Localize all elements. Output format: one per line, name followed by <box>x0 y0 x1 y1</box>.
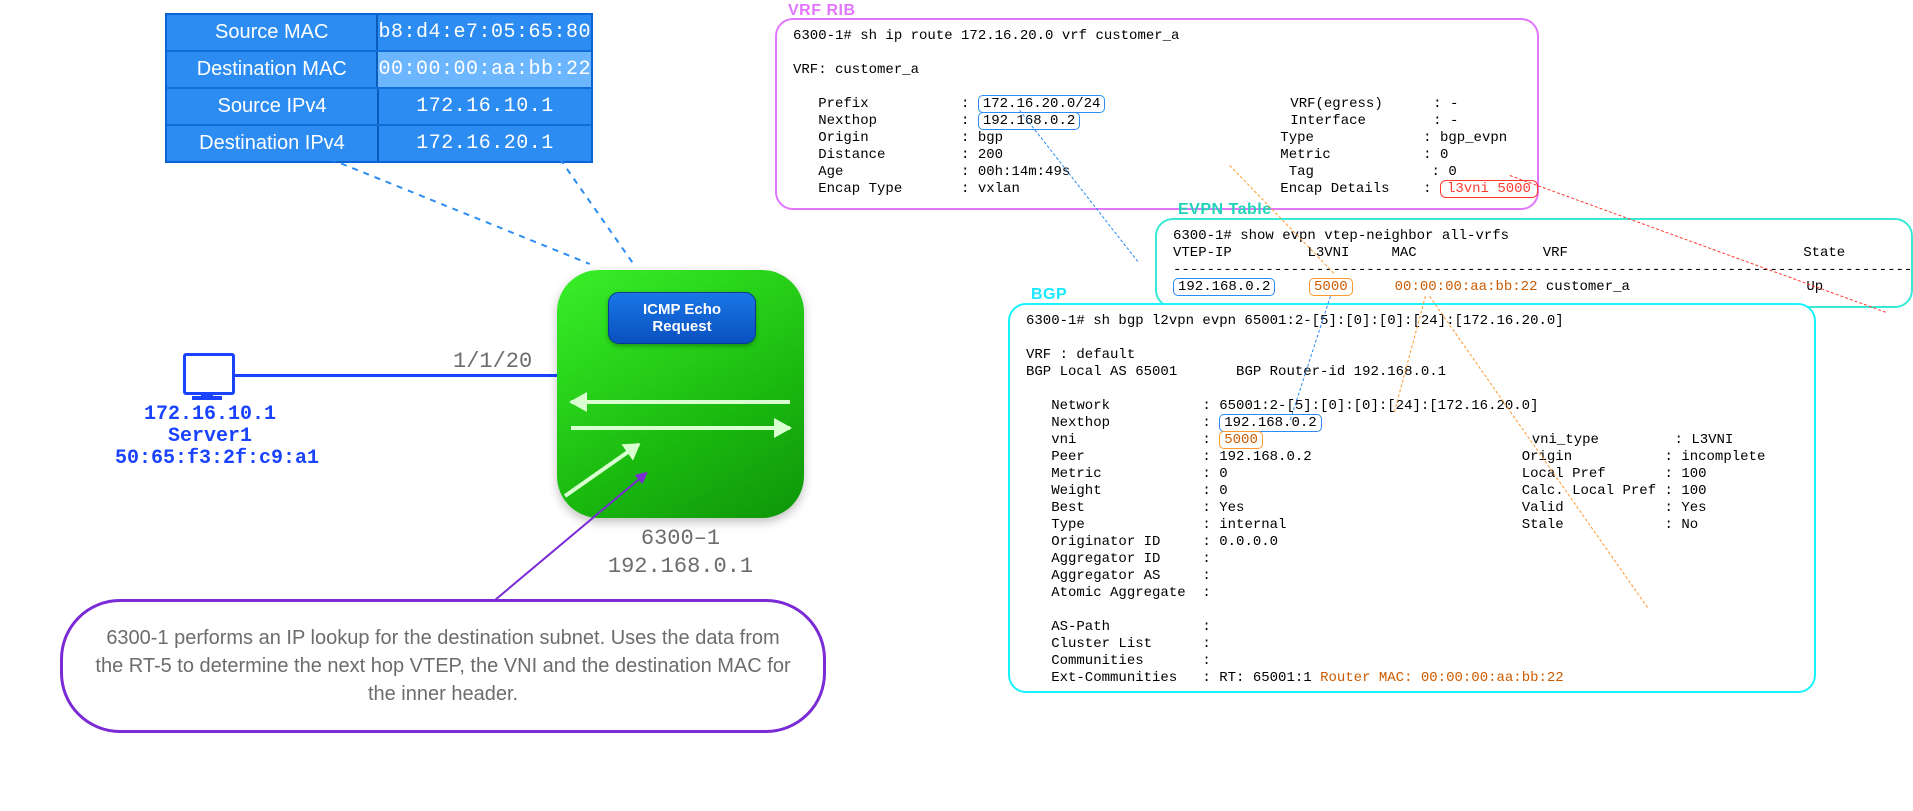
cli-line: BGP Router-id 192.168.0.1 <box>1236 364 1446 380</box>
connector-line <box>330 158 590 265</box>
bgp-vni: 5000 <box>1219 431 1263 449</box>
col-header: VRF <box>1543 245 1568 261</box>
bgp-title: BGP <box>1031 286 1067 304</box>
evpn-l3vni: 5000 <box>1309 278 1353 296</box>
connector-line <box>559 158 635 266</box>
bgp-peer: 192.168.0.2 <box>1219 449 1311 465</box>
bgp-network: 65001:2-[5]:[0]:[0]:[24]:[172.16.20.0] <box>1219 398 1538 414</box>
rib-distance: 200 <box>978 147 1003 163</box>
pkt-label: Destination MAC <box>167 52 378 87</box>
server-name: Server1 <box>168 425 252 448</box>
pkt-row-dst-mac: Destination MAC 00:00:00:aa:bb:22 <box>167 50 591 87</box>
bgp-type: internal <box>1219 517 1286 533</box>
packet-header-table: Source MAC b8:d4:e7:05:65:80 Destination… <box>165 13 593 163</box>
vrf-rib-panel: 6300-1# sh ip route 172.16.20.0 vrf cust… <box>775 18 1539 210</box>
pkt-row-src-mac: Source MAC b8:d4:e7:05:65:80 <box>167 15 591 50</box>
evpn-mac: 00:00:00:aa:bb:22 <box>1395 279 1538 295</box>
rib-metric: 0 <box>1440 147 1448 163</box>
interface-label: 1/1/20 <box>453 349 532 374</box>
switch-arrows-icon <box>571 378 790 452</box>
server-icon <box>183 353 235 395</box>
pkt-value: 00:00:00:aa:bb:22 <box>378 52 591 87</box>
diagram-canvas: Source MAC b8:d4:e7:05:65:80 Destination… <box>0 0 1913 811</box>
cli-cmd: 6300-1# sh bgp l2vpn evpn 65001:2-[5]:[0… <box>1026 313 1564 329</box>
switch-caption: 6300–1 192.168.0.1 <box>557 525 804 581</box>
cli-line: BGP Local AS 65001 <box>1026 364 1177 380</box>
pkt-label: Source MAC <box>167 15 378 50</box>
switch-loopback: 192.168.0.1 <box>608 554 753 579</box>
col-header: MAC <box>1391 245 1416 261</box>
rib-age: 00h:14m:49s <box>978 164 1070 180</box>
evpn-title: EVPN Table <box>1178 201 1272 219</box>
evpn-vtep: 192.168.0.2 <box>1173 278 1275 296</box>
bgp-ext-rt: RT: 65001:1 <box>1219 670 1311 686</box>
cli-cmd: 6300-1# show evpn vtep-neighbor all-vrfs <box>1173 228 1509 244</box>
bgp-router-mac: Router MAC: 00:00:00:aa:bb:22 <box>1320 670 1564 686</box>
pkt-label: Source IPv4 <box>167 89 379 124</box>
pkt-label: Destination IPv4 <box>167 126 379 161</box>
cli-line: VRF: customer_a <box>793 62 919 78</box>
pkt-value: 172.16.20.1 <box>379 126 591 161</box>
rib-encap: vxlan <box>978 181 1020 197</box>
pkt-row-dst-ip: Destination IPv4 172.16.20.1 <box>167 124 591 161</box>
arrow-right-icon <box>571 426 790 430</box>
rib-interface: - <box>1450 113 1458 129</box>
server-ip: 172.16.10.1 <box>144 403 276 426</box>
explanation-callout: 6300-1 performs an IP lookup for the des… <box>60 599 826 733</box>
rib-prefix: 172.16.20.0/24 <box>978 95 1106 113</box>
bgp-panel: 6300-1# sh bgp l2vpn evpn 65001:2-[5]:[0… <box>1008 303 1816 693</box>
bgp-calc-localpref: 100 <box>1681 483 1706 499</box>
bgp-metric: 0 <box>1219 466 1227 482</box>
bgp-originator: 0.0.0.0 <box>1219 534 1278 550</box>
rib-type: bgp_evpn <box>1440 130 1507 146</box>
server-link-line <box>232 374 557 377</box>
bgp-valid: Yes <box>1681 500 1706 516</box>
cli-line: VRF : default <box>1026 347 1135 363</box>
cli-cmd: 6300-1# sh ip route 172.16.20.0 vrf cust… <box>793 28 1179 44</box>
bgp-stale: No <box>1681 517 1698 533</box>
pkt-row-src-ip: Source IPv4 172.16.10.1 <box>167 87 591 124</box>
rib-origin: bgp <box>978 130 1003 146</box>
bgp-localpref: 100 <box>1681 466 1706 482</box>
bgp-best: Yes <box>1219 500 1244 516</box>
icmp-packet-badge: ICMP Echo Request <box>608 292 756 344</box>
rib-tag: 0 <box>1448 164 1456 180</box>
bgp-origin: incomplete <box>1681 449 1765 465</box>
pkt-value: b8:d4:e7:05:65:80 <box>378 15 591 50</box>
rib-egress: - <box>1450 96 1458 112</box>
server-icon-base <box>192 396 222 400</box>
server-mac: 50:65:f3:2f:c9:a1 <box>115 447 319 470</box>
col-header: State <box>1803 245 1845 261</box>
pkt-value: 172.16.10.1 <box>379 89 591 124</box>
rib-encap-details: l3vni 5000 <box>1440 180 1538 198</box>
arrow-left-icon <box>571 400 790 404</box>
col-header: VTEP-IP <box>1173 245 1232 261</box>
server-label: 172.16.10.1 Server1 50:65:f3:2f:c9:a1 <box>115 404 305 470</box>
bgp-nexthop: 192.168.0.2 <box>1219 414 1321 432</box>
evpn-vrf: customer_a <box>1546 279 1630 295</box>
bgp-weight: 0 <box>1219 483 1227 499</box>
switch-name: 6300–1 <box>641 526 720 551</box>
evpn-panel: 6300-1# show evpn vtep-neighbor all-vrfs… <box>1155 218 1913 308</box>
bgp-vni-type: L3VNI <box>1691 432 1733 448</box>
